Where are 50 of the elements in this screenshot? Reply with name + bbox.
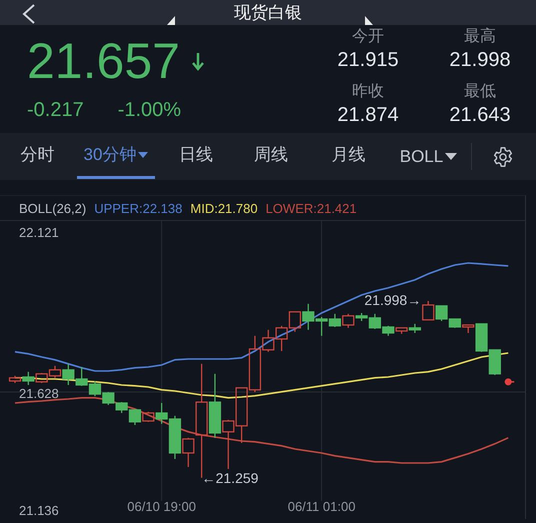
- low-price-label: ←21.259: [202, 470, 258, 486]
- candlestick: [88, 380, 102, 396]
- period-tab[interactable]: 日线: [161, 133, 231, 179]
- legend-value: MID:21.780: [190, 200, 258, 216]
- legend-value: LOWER:21.421: [266, 200, 357, 216]
- legend-value: UPPER:22.138: [94, 200, 182, 216]
- period-tab[interactable]: 月线: [311, 133, 386, 179]
- price-change: -0.217: [27, 99, 84, 122]
- candlestick: [288, 311, 302, 332]
- candlestick: [236, 387, 248, 443]
- stat-label: 昨收: [352, 82, 384, 102]
- axis-label: 06/10 19:00: [127, 499, 196, 514]
- last-price: 21.657: [27, 33, 180, 89]
- candlestick: [222, 420, 234, 469]
- stat-value: 21.643: [449, 103, 511, 128]
- percent-change: -1.00%: [118, 99, 182, 122]
- candlestick: [76, 366, 88, 386]
- triangle-icon[interactable]: [365, 16, 373, 25]
- period-tab[interactable]: 30分钟: [77, 133, 155, 179]
- page-title: 现货白银: [234, 2, 302, 24]
- axis-label: 06/11 01:00: [288, 499, 356, 514]
- indicator-label: BOLL(26,2): [19, 200, 86, 216]
- candlestick: [488, 349, 501, 375]
- axis-label: 21.628: [19, 386, 59, 401]
- axis-label: 21.136: [19, 503, 59, 518]
- stat-value: 21.874: [337, 103, 399, 128]
- candlestick: [315, 317, 328, 336]
- stat-label: 最低: [464, 82, 496, 102]
- high-price-label: 21.998→: [364, 292, 422, 308]
- candlestick: [36, 372, 48, 383]
- axis-label: 22.121: [19, 225, 59, 240]
- period-tab[interactable]: 周线: [231, 133, 311, 179]
- caret-icon[interactable]: [138, 152, 148, 158]
- caret-icon[interactable]: [445, 153, 458, 160]
- candlestick: [276, 326, 288, 351]
- stat-label: 最高: [464, 27, 496, 47]
- stat-value: 21.998: [449, 48, 511, 73]
- candlestick: [302, 304, 314, 330]
- candlestick: [408, 324, 421, 333]
- indicator-dropdown[interactable]: BOLL: [400, 146, 444, 166]
- candlestick: [422, 301, 434, 320]
- period-tab[interactable]: 分时: [0, 133, 75, 179]
- candlestick: [102, 392, 114, 405]
- down-arrow-icon: [192, 51, 204, 71]
- back-icon[interactable]: [22, 4, 36, 24]
- stat-value: 21.915: [337, 48, 399, 73]
- last-price-marker: [504, 378, 514, 386]
- triangle-icon[interactable]: [167, 16, 175, 25]
- stat-label: 今开: [352, 27, 384, 47]
- candlestick: [328, 314, 342, 327]
